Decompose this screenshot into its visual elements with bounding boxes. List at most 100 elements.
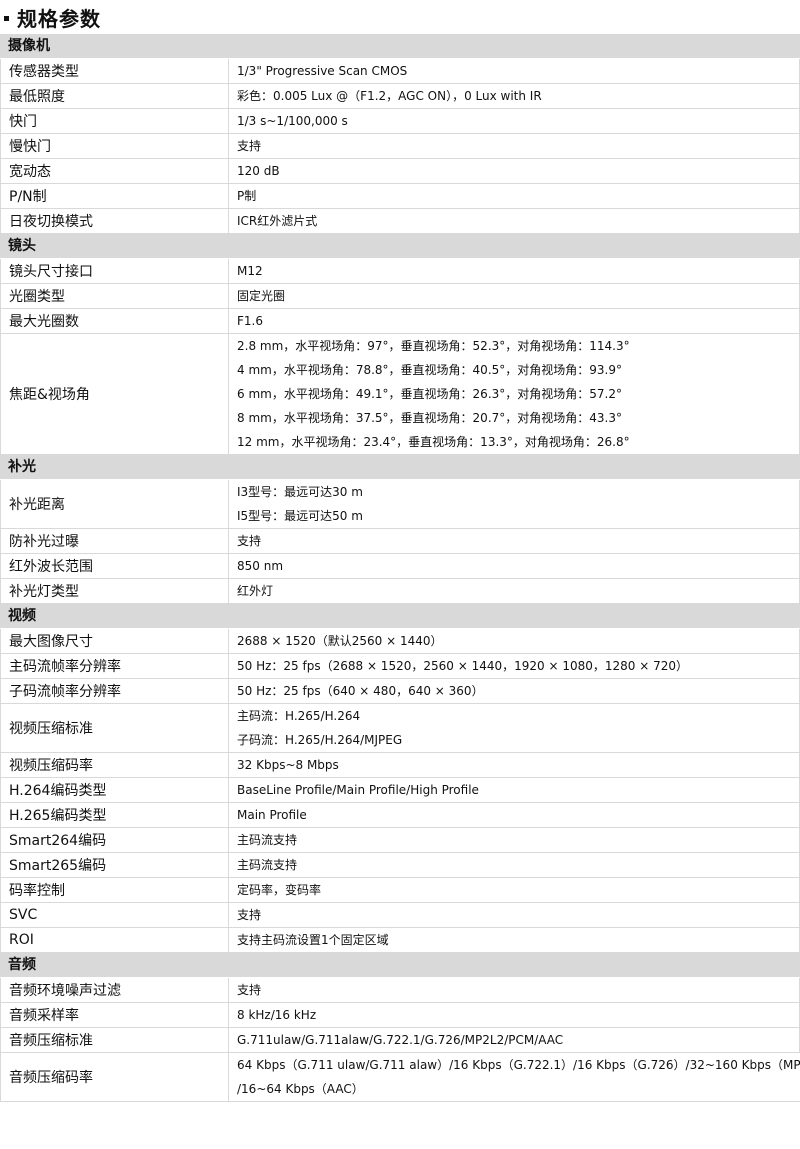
title-bullet-icon [4,16,9,21]
spec-row: 补光灯类型 红外灯 [0,579,800,604]
spec-label: 视频压缩标准 [0,704,229,752]
spec-value-line: /16~64 Kbps（AAC） [237,1082,364,1096]
spec-label: 补光灯类型 [0,579,229,603]
spec-value-line: 32 Kbps~8 Mbps [237,758,339,772]
spec-value: 64 Kbps（G.711 ulaw/G.711 alaw）/16 Kbps（G… [229,1053,800,1101]
spec-row: 音频采样率 8 kHz/16 kHz [0,1003,800,1028]
spec-value-line: 1/3" Progressive Scan CMOS [237,64,408,78]
spec-value-line: 12 mm，水平视场角：23.4°，垂直视场角：13.3°，对角视场角：26.8… [237,435,630,449]
spec-row: 光圈类型 固定光圈 [0,284,800,309]
spec-value-line: I5型号：最远可达50 m [237,509,363,523]
spec-value-line: ICR红外滤片式 [237,214,318,228]
spec-value-line: 主码流支持 [237,858,298,872]
spec-value: G.711ulaw/G.711alaw/G.722.1/G.726/MP2L2/… [229,1028,800,1052]
spec-value: 彩色：0.005 Lux @（F1.2，AGC ON），0 Lux with I… [229,84,800,108]
spec-label: ROI [0,928,229,952]
spec-row: 音频环境噪声过滤 支持 [0,978,800,1003]
spec-label: 光圈类型 [0,284,229,308]
spec-row: 日夜切换模式 ICR红外滤片式 [0,209,800,234]
spec-value-line: G.711ulaw/G.711alaw/G.722.1/G.726/MP2L2/… [237,1033,564,1047]
section-header: 补光 [0,455,800,480]
spec-label: 镜头尺寸接口 [0,259,229,283]
spec-value-line: 50 Hz：25 fps（640 × 480，640 × 360） [237,684,484,698]
spec-value: 支持 [229,903,800,927]
spec-value-line: P制 [237,189,257,203]
spec-value: 50 Hz：25 fps（640 × 480，640 × 360） [229,679,800,703]
spec-value-line: 彩色：0.005 Lux @（F1.2，AGC ON），0 Lux with I… [237,89,542,103]
spec-value-line: 50 Hz：25 fps（2688 × 1520，2560 × 1440，192… [237,659,688,673]
spec-value: P制 [229,184,800,208]
spec-value-line: 支持主码流设置1个固定区域 [237,933,389,947]
spec-row: 防补光过曝 支持 [0,529,800,554]
spec-label: 子码流帧率分辨率 [0,679,229,703]
spec-value: 固定光圈 [229,284,800,308]
spec-row: Smart264编码 主码流支持 [0,828,800,853]
spec-value-line: Main Profile [237,808,307,822]
spec-row: 音频压缩码率 64 Kbps（G.711 ulaw/G.711 alaw）/16 … [0,1053,800,1102]
spec-value: 50 Hz：25 fps（2688 × 1520，2560 × 1440，192… [229,654,800,678]
spec-label: 补光距离 [0,480,229,528]
section-header: 音频 [0,953,800,978]
spec-value-line: 支持 [237,139,262,153]
spec-value-line: 红外灯 [237,584,274,598]
spec-row: 镜头尺寸接口 M12 [0,259,800,284]
page-title-text: 规格参数 [17,7,101,31]
spec-value: 定码率，变码率 [229,878,800,902]
spec-label: Smart265编码 [0,853,229,877]
spec-label: SVC [0,903,229,927]
spec-label: 主码流帧率分辨率 [0,654,229,678]
spec-row: ROI 支持主码流设置1个固定区域 [0,928,800,953]
spec-value: 32 Kbps~8 Mbps [229,753,800,777]
spec-row: P/N制 P制 [0,184,800,209]
spec-value: 红外灯 [229,579,800,603]
spec-row: 视频压缩码率 32 Kbps~8 Mbps [0,753,800,778]
spec-label: 宽动态 [0,159,229,183]
section-header: 摄像机 [0,34,800,59]
spec-row: 传感器类型 1/3" Progressive Scan CMOS [0,59,800,84]
spec-value-line: 主码流支持 [237,833,298,847]
spec-value: I3型号：最远可达30 m I5型号：最远可达50 m [229,480,800,528]
spec-label: 防补光过曝 [0,529,229,553]
spec-label: 视频压缩码率 [0,753,229,777]
spec-row: 最大图像尺寸 2688 × 1520（默认2560 × 1440） [0,629,800,654]
spec-value: 850 nm [229,554,800,578]
spec-value-line: 1/3 s~1/100,000 s [237,114,348,128]
spec-value: 2688 × 1520（默认2560 × 1440） [229,629,800,653]
spec-value-line: 4 mm，水平视场角：78.8°，垂直视场角：40.5°，对角视场角：93.9° [237,363,622,377]
spec-value-line: BaseLine Profile/Main Profile/High Profi… [237,783,479,797]
spec-value-line: 定码率，变码率 [237,883,322,897]
section-header: 视频 [0,604,800,629]
spec-value-line: I3型号：最远可达30 m [237,485,363,499]
spec-value-line: 64 Kbps（G.711 ulaw/G.711 alaw）/16 Kbps（G… [237,1058,800,1072]
spec-value: ICR红外滤片式 [229,209,800,233]
spec-row: H.265编码类型 Main Profile [0,803,800,828]
spec-label: 传感器类型 [0,59,229,83]
spec-value-line: 8 kHz/16 kHz [237,1008,317,1022]
spec-label: 最低照度 [0,84,229,108]
spec-value: 主码流：H.265/H.264 子码流：H.265/H.264/MJPEG [229,704,800,752]
spec-value: M12 [229,259,800,283]
spec-value: 主码流支持 [229,853,800,877]
spec-row: Smart265编码 主码流支持 [0,853,800,878]
spec-value: 支持 [229,978,800,1002]
spec-row: 快门 1/3 s~1/100,000 s [0,109,800,134]
spec-label: P/N制 [0,184,229,208]
spec-value-line: F1.6 [237,314,263,328]
spec-value-line: 支持 [237,908,262,922]
spec-row: 最低照度 彩色：0.005 Lux @（F1.2，AGC ON），0 Lux wi… [0,84,800,109]
spec-value: 1/3" Progressive Scan CMOS [229,59,800,83]
spec-label: 音频压缩标准 [0,1028,229,1052]
spec-row: 补光距离 I3型号：最远可达30 m I5型号：最远可达50 m [0,480,800,529]
spec-label: 音频压缩码率 [0,1053,229,1101]
spec-value: 支持 [229,134,800,158]
spec-value-line: 850 nm [237,559,284,573]
spec-row: 宽动态 120 dB [0,159,800,184]
spec-label: 日夜切换模式 [0,209,229,233]
spec-row: 音频压缩标准 G.711ulaw/G.711alaw/G.722.1/G.726/… [0,1028,800,1053]
spec-row: 码率控制 定码率，变码率 [0,878,800,903]
spec-label: 快门 [0,109,229,133]
spec-row: 主码流帧率分辨率 50 Hz：25 fps（2688 × 1520，2560 × … [0,654,800,679]
spec-value: 主码流支持 [229,828,800,852]
spec-value: Main Profile [229,803,800,827]
spec-value-line: 2688 × 1520（默认2560 × 1440） [237,634,443,648]
